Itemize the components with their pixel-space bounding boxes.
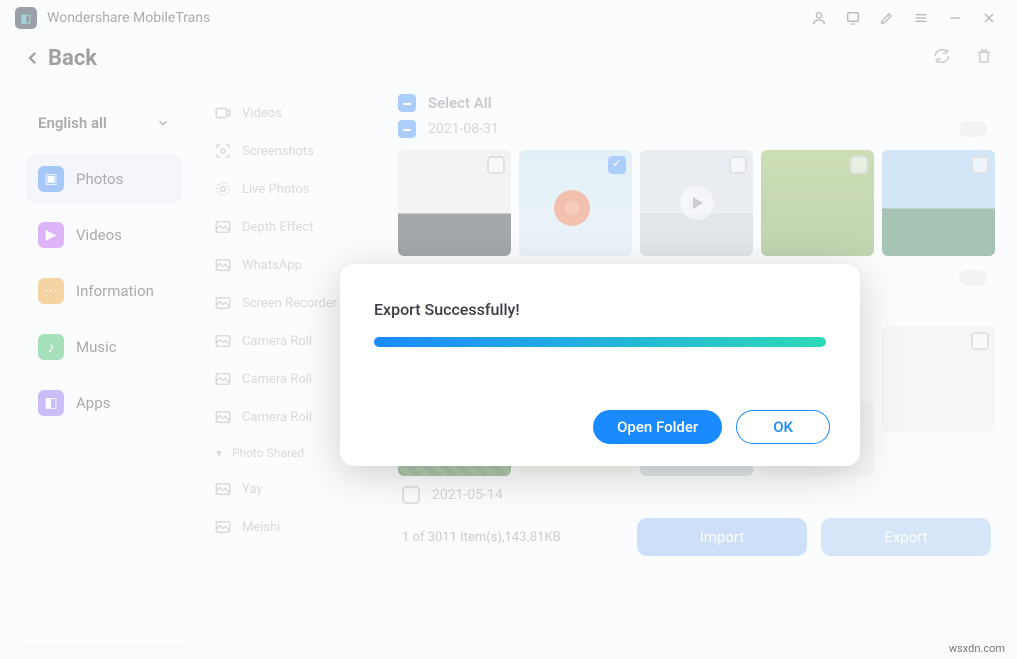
export-success-modal: Export Successfully! Open Folder OK [340, 264, 860, 466]
watermark: wsxdn.com [949, 642, 1005, 655]
progress-bar [374, 337, 826, 347]
modal-title: Export Successfully! [374, 300, 826, 319]
ok-button[interactable]: OK [736, 410, 830, 444]
open-folder-button[interactable]: Open Folder [593, 410, 722, 444]
